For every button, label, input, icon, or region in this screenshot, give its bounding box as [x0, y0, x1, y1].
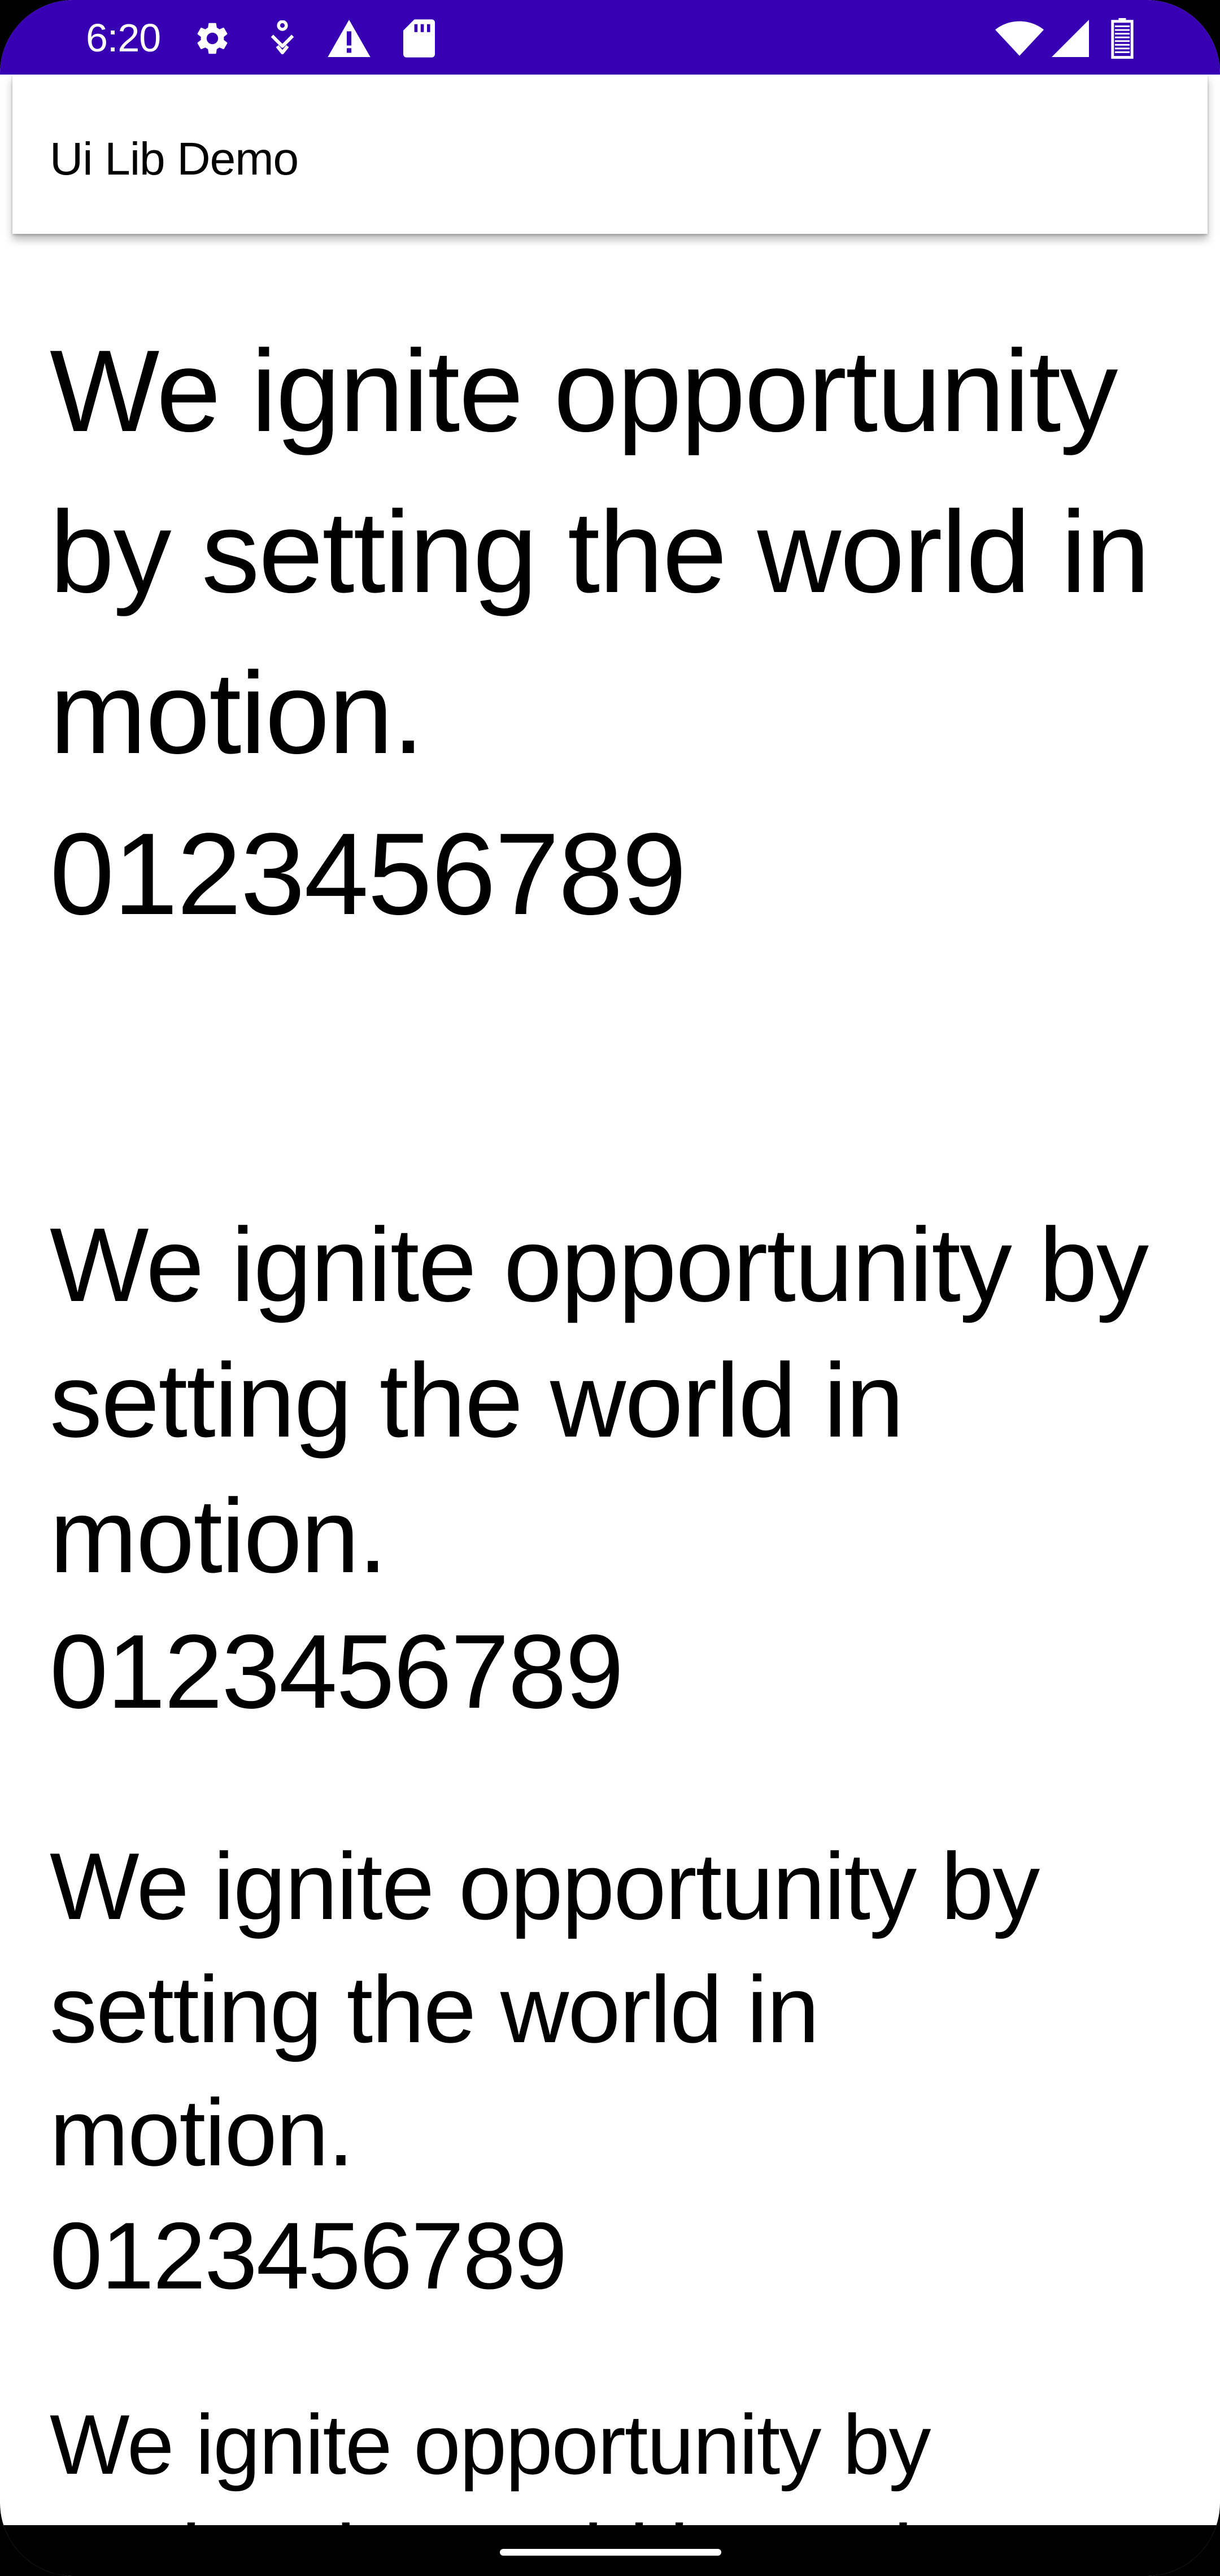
accessibility-icon: [262, 18, 303, 59]
sample-text: We ignite opportunity by setting the wor…: [50, 1833, 1040, 2186]
sample-digits: 0123456789: [50, 1613, 624, 1730]
cellular-signal-icon: [1051, 18, 1090, 59]
status-time: 6:20: [86, 16, 161, 60]
app-bar: Ui Lib Demo: [12, 75, 1208, 234]
sample-text: We ignite opportunity by setting the wor…: [50, 1207, 1149, 1595]
typography-sample-2: We ignite opportunity by setting the wor…: [50, 1198, 1179, 1740]
battery-icon: [1108, 18, 1136, 59]
home-gesture-handle[interactable]: [500, 2549, 721, 2556]
typography-sample-3: We ignite opportunity by setting the wor…: [50, 1825, 1095, 2317]
typography-sample-1: We ignite opportunity by setting the wor…: [50, 311, 1157, 955]
app-title: Ui Lib Demo: [50, 133, 299, 185]
phone-screen: 6:20 Ui Lib Demo We ignite opportunity b…: [0, 0, 1220, 2576]
settings-gear-icon: [192, 18, 233, 59]
status-bar: 6:20: [0, 0, 1220, 75]
sample-digits: 0123456789: [50, 2203, 567, 2309]
sample-text: We ignite opportunity by setting the wor…: [50, 326, 1150, 778]
wifi-icon: [994, 18, 1045, 59]
warning-icon: [326, 18, 372, 59]
sample-digits: 0123456789: [50, 809, 687, 939]
sd-card-icon: [401, 18, 437, 59]
